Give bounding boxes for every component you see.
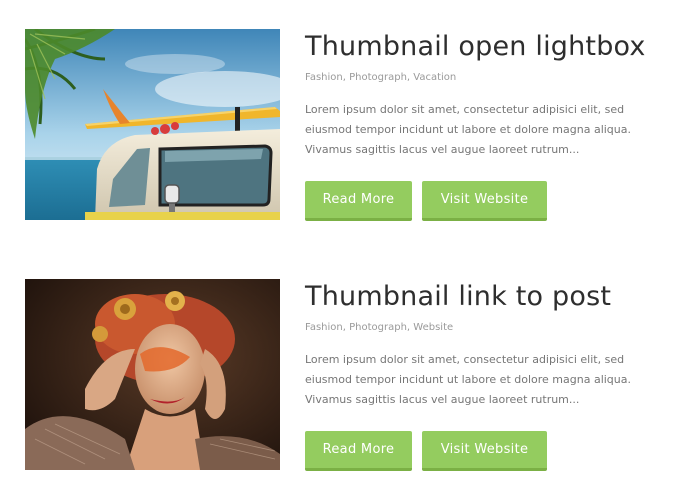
fashion-portrait-photo-icon: [25, 279, 280, 470]
post-excerpt: Lorem ipsum dolor sit amet, consectetur …: [305, 103, 631, 156]
post-thumbnail-link[interactable]: [25, 279, 280, 470]
visit-website-button[interactable]: Visit Website: [422, 181, 547, 221]
blog-post: Thumbnail open lightbox Fashion, Photogr…: [0, 29, 674, 221]
blog-post: Thumbnail link to post Fashion, Photogra…: [0, 279, 674, 471]
post-tags: Fashion, Photograph, Vacation: [305, 72, 457, 83]
tag-link[interactable]: Fashion: [305, 322, 343, 333]
post-thumbnail-lightbox-link[interactable]: [25, 29, 280, 220]
read-more-button[interactable]: Read More: [305, 181, 412, 221]
read-more-button[interactable]: Read More: [305, 431, 412, 471]
tag-link[interactable]: Photograph: [349, 72, 407, 83]
post-title[interactable]: Thumbnail open lightbox: [305, 29, 646, 65]
tag-link[interactable]: Fashion: [305, 72, 343, 83]
post-tags: Fashion, Photograph, Website: [305, 322, 454, 333]
tag-link[interactable]: Website: [413, 322, 453, 333]
tag-link[interactable]: Vacation: [413, 72, 456, 83]
post-title[interactable]: Thumbnail link to post: [305, 279, 611, 315]
tag-link[interactable]: Photograph: [349, 322, 407, 333]
post-excerpt: Lorem ipsum dolor sit amet, consectetur …: [305, 353, 631, 406]
visit-website-button[interactable]: Visit Website: [422, 431, 547, 471]
beach-van-photo-icon: [25, 29, 280, 220]
